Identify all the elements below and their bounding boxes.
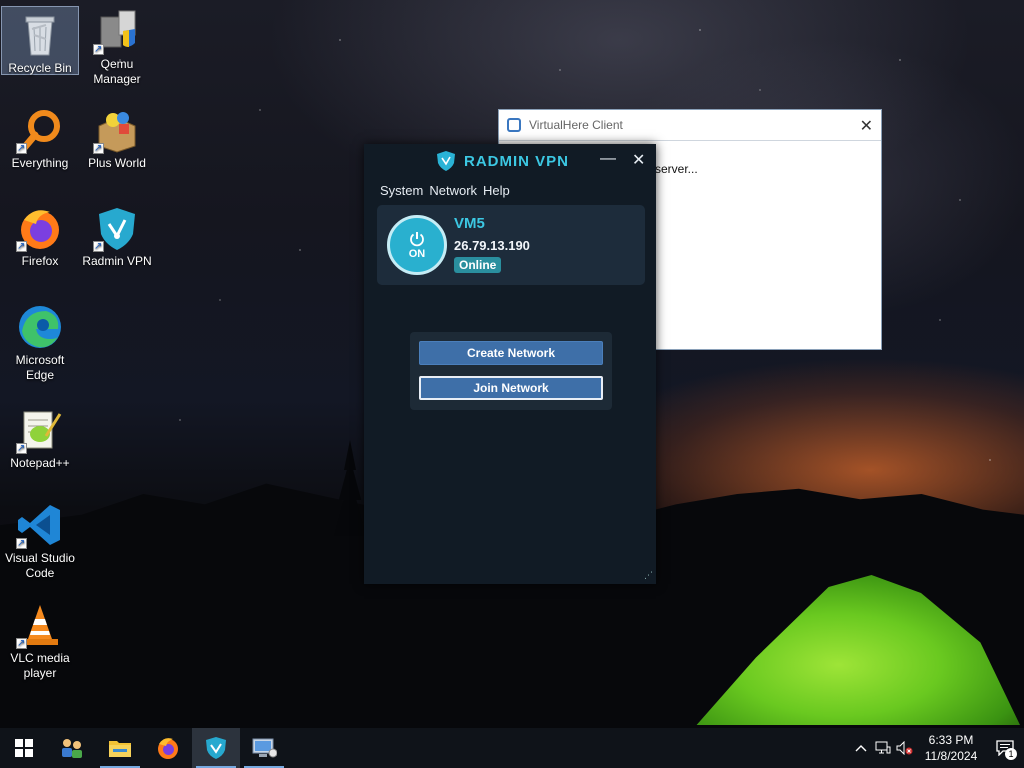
- radmin-logo: RADMIN VPN: [436, 150, 569, 172]
- virtualhere-titlebar[interactable]: VirtualHere Client: [499, 110, 881, 141]
- shortcut-arrow-icon: [16, 441, 27, 456]
- desktop-icon-vlc-media-player[interactable]: VLC media player: [2, 597, 78, 681]
- desktop-icon-plus-world[interactable]: Plus World: [79, 102, 155, 171]
- notification-count-badge: 1: [1005, 748, 1017, 760]
- network-people-icon: [62, 739, 82, 758]
- shortcut-arrow-icon: [16, 536, 27, 551]
- recycle-bin-icon: [16, 11, 64, 59]
- desktop-icon-label: Notepad++: [10, 456, 70, 470]
- show-hidden-icons-chevron-icon[interactable]: [850, 728, 872, 768]
- action-center-button[interactable]: 1: [986, 728, 1024, 768]
- radmin-vpn-icon: [206, 737, 226, 759]
- create-network-button[interactable]: Create Network: [419, 341, 603, 365]
- taskbar-remote-desktop[interactable]: [240, 728, 288, 768]
- network-actions-panel: Create Network Join Network: [410, 332, 612, 410]
- radmin-menubar: System Network Help: [364, 178, 656, 202]
- desktop-icon-notepad-plus-plus[interactable]: Notepad++: [2, 402, 78, 471]
- volume-muted-icon[interactable]: [894, 728, 916, 768]
- resize-grip-icon[interactable]: ⋰: [644, 570, 653, 581]
- start-button[interactable]: [0, 728, 48, 768]
- desktop-icon-everything[interactable]: Everything: [2, 102, 78, 171]
- menu-network[interactable]: Network: [429, 183, 477, 198]
- close-button[interactable]: ✕: [632, 150, 645, 170]
- menu-help[interactable]: Help: [483, 183, 510, 198]
- taskbar-file-explorer[interactable]: [96, 728, 144, 768]
- system-tray: 6:33 PM 11/8/2024 1: [850, 728, 1024, 768]
- desktop-icon-label: Plus World: [88, 156, 146, 170]
- shortcut-arrow-icon: [16, 636, 27, 651]
- remote-desktop-icon: [252, 738, 277, 758]
- desktop-icon-label: Microsoft Edge: [15, 353, 65, 382]
- desktop-icon-label: Radmin VPN: [82, 254, 152, 268]
- taskbar-radmin-vpn[interactable]: [192, 728, 240, 768]
- radmin-logo-text: RADMIN VPN: [464, 152, 570, 170]
- desktop-icon-label: VLC media player: [10, 651, 70, 680]
- minimize-button[interactable]: —: [600, 150, 616, 168]
- desktop-icon-firefox[interactable]: Firefox: [2, 200, 78, 269]
- virtualhere-title: VirtualHere Client: [529, 118, 623, 132]
- desktop-icon-visual-studio-code[interactable]: Visual Studio Code: [2, 497, 78, 581]
- desktop-icon-label: Recycle Bin: [8, 61, 72, 75]
- desktop-icon-microsoft-edge[interactable]: Microsoft Edge: [2, 299, 78, 383]
- shortcut-arrow-icon: [16, 141, 27, 156]
- power-icon: [410, 231, 424, 246]
- power-state-label: ON: [408, 247, 426, 260]
- desktop-icon-label: Qemu Manager: [93, 57, 141, 86]
- vlc-cone-icon: [16, 601, 64, 651]
- computer-name: VM5: [454, 215, 485, 232]
- clock-time: 6:33 PM: [928, 733, 974, 747]
- virtualhere-app-icon: [507, 118, 521, 132]
- desktop-icon-radmin-vpn[interactable]: Radmin VPN: [79, 200, 155, 269]
- menu-system[interactable]: System: [380, 183, 423, 198]
- everything-search-icon: [16, 106, 64, 156]
- windows-logo-icon: [15, 739, 33, 757]
- plus-world-icon: [93, 106, 141, 156]
- shortcut-arrow-icon: [93, 141, 104, 156]
- shortcut-arrow-icon: [16, 239, 27, 254]
- radmin-vpn-shield-icon: [93, 204, 141, 254]
- notepad-plus-plus-icon: [16, 406, 64, 456]
- taskbar-firefox[interactable]: [144, 728, 192, 768]
- qemu-manager-icon: [93, 7, 141, 57]
- network-status-icon[interactable]: [872, 728, 894, 768]
- status-badge: Online: [454, 257, 502, 273]
- file-explorer-icon: [109, 741, 131, 757]
- shortcut-arrow-icon: [93, 42, 104, 57]
- desktop-icon-label: Firefox: [21, 254, 59, 268]
- edge-icon: [16, 303, 64, 351]
- firefox-icon: [158, 738, 178, 759]
- shortcut-arrow-icon: [93, 239, 104, 254]
- desktop-icon-label: Visual Studio Code: [5, 551, 75, 580]
- taskbar-network-people[interactable]: [48, 728, 96, 768]
- vscode-icon: [16, 501, 64, 551]
- ip-address: 26.79.13.190: [454, 238, 530, 253]
- connection-status-card: ON VM5 26.79.13.190 Online: [377, 205, 645, 285]
- virtualhere-status-text: server...: [655, 162, 698, 176]
- taskbar: 6:33 PM 11/8/2024 1: [0, 728, 1024, 768]
- virtualhere-close-button[interactable]: ✕: [860, 116, 873, 136]
- power-toggle-button[interactable]: ON: [387, 215, 447, 275]
- desktop-icon-recycle-bin[interactable]: Recycle Bin: [1, 6, 79, 75]
- clock-date: 11/8/2024: [924, 749, 978, 763]
- join-network-button[interactable]: Join Network: [419, 376, 603, 400]
- radmin-vpn-window[interactable]: RADMIN VPN — ✕ System Network Help ON VM…: [364, 144, 656, 584]
- radmin-shield-icon: [437, 151, 455, 171]
- desktop-icon-label: Everything: [11, 156, 69, 170]
- firefox-icon: [16, 204, 64, 254]
- desktop-icon-qemu-manager[interactable]: Qemu Manager: [79, 3, 155, 87]
- radmin-titlebar[interactable]: RADMIN VPN — ✕: [364, 144, 656, 178]
- taskbar-clock[interactable]: 6:33 PM 11/8/2024: [916, 732, 986, 764]
